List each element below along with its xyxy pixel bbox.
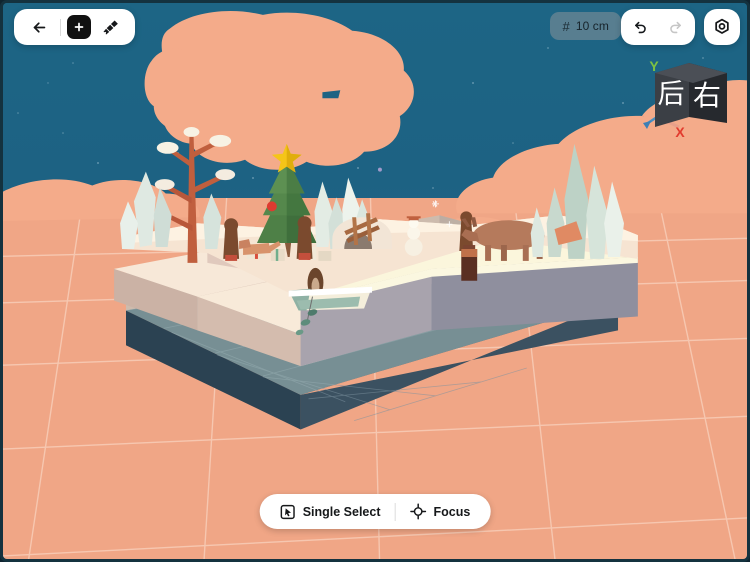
app-window: # 10 cm 后 右 Y X Single Select Focus: [0, 0, 750, 562]
cube-label-left: 后: [658, 79, 685, 110]
paint-button[interactable]: [95, 12, 125, 42]
view-cube-svg: 后 右 Y X: [643, 58, 727, 140]
gear-icon: [715, 18, 729, 34]
axis-label-y: Y: [649, 58, 659, 74]
rowboat: [288, 286, 373, 311]
character-brown: [296, 216, 313, 260]
single-select-button[interactable]: Single Select: [266, 494, 395, 529]
cube-label-right: 右: [693, 79, 721, 112]
redo-button[interactable]: [660, 12, 690, 42]
back-button[interactable]: [24, 12, 54, 42]
left-toolbar: [14, 9, 135, 45]
character-red: [223, 218, 240, 261]
grid-size-chip[interactable]: # 10 cm: [550, 12, 621, 40]
grid-size-value: 10 cm: [575, 19, 609, 33]
hash-icon: #: [562, 18, 570, 34]
settings-button[interactable]: [704, 9, 740, 45]
arrow-left-icon: [33, 21, 45, 33]
mode-bar: Single Select Focus: [259, 494, 491, 529]
bottle: [461, 245, 478, 281]
history-group: [621, 9, 695, 45]
cursor-box-icon: [280, 504, 295, 519]
add-button[interactable]: [67, 15, 91, 39]
view-cube[interactable]: 后 右 Y X: [635, 51, 739, 143]
single-select-label: Single Select: [302, 504, 381, 519]
crosshair-icon: [410, 503, 426, 520]
redo-icon: [670, 21, 681, 33]
undo-icon: [635, 21, 646, 33]
focus-button[interactable]: Focus: [396, 494, 485, 529]
paintbrush-icon: [103, 19, 118, 34]
axis-label-x: X: [675, 124, 685, 140]
undo-button[interactable]: [627, 12, 657, 42]
tree-ornament: [266, 201, 277, 212]
toolbar-divider: [60, 18, 61, 36]
plus-icon: [74, 22, 84, 32]
focus-label: Focus: [433, 504, 471, 519]
